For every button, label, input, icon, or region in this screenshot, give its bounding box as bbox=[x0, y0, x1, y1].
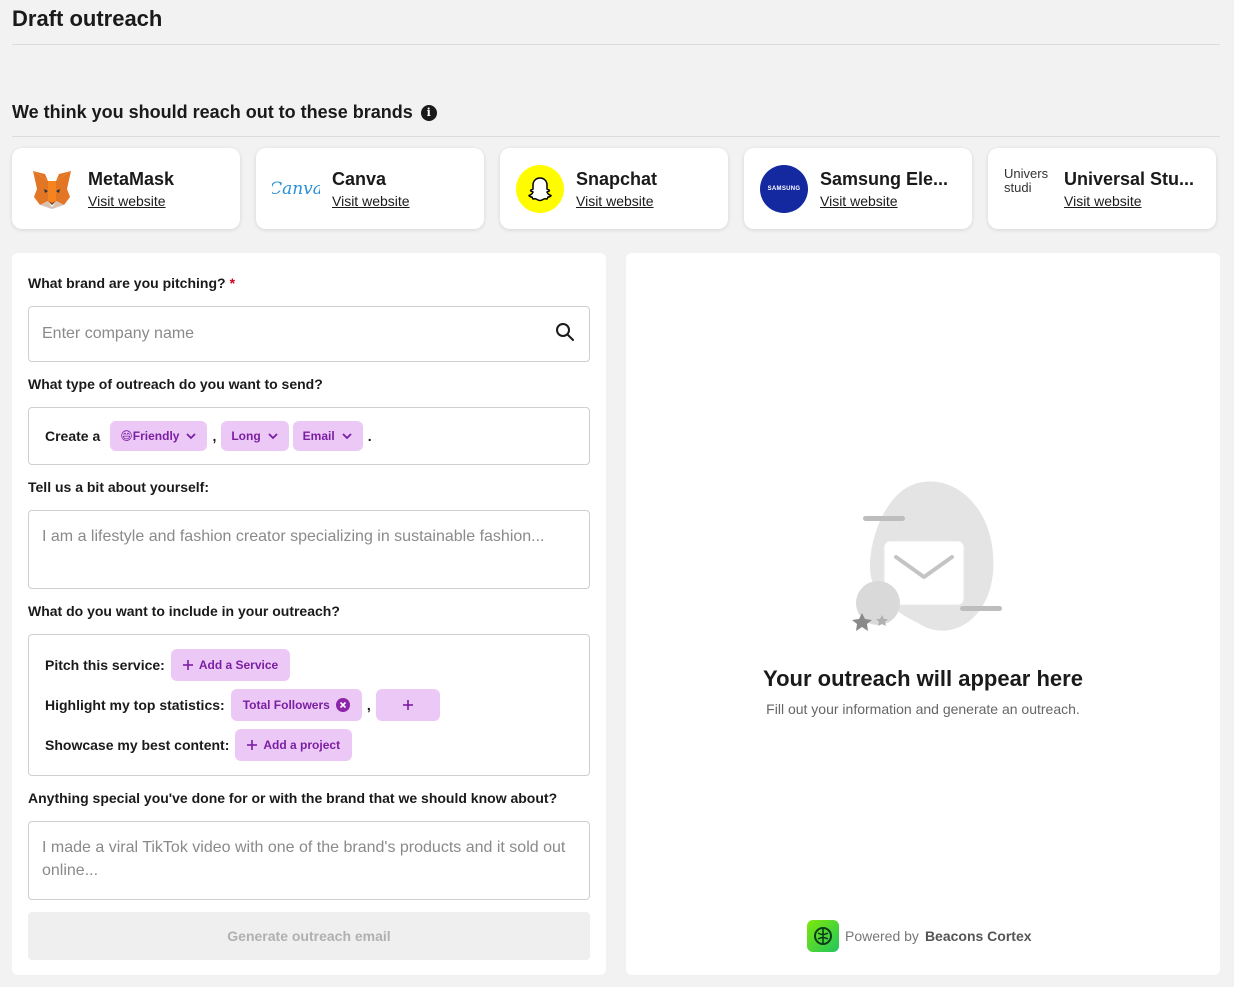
tone-value: 😄Friendly bbox=[120, 429, 180, 443]
canva-logo-text: Canva bbox=[272, 178, 320, 199]
chevron-down-icon bbox=[186, 433, 197, 440]
samsung-logo: SAMSUNG bbox=[760, 164, 808, 213]
stat-chip-total-followers[interactable]: Total Followers bbox=[230, 689, 362, 721]
visit-website-link[interactable]: Visit website bbox=[332, 193, 410, 209]
brand-search-input[interactable] bbox=[42, 325, 522, 343]
brand-name: MetaMask bbox=[88, 168, 175, 189]
required-marker: * bbox=[229, 275, 236, 291]
info-icon[interactable]: i bbox=[420, 104, 437, 121]
add-project-button[interactable]: Add a project bbox=[235, 729, 353, 761]
remove-circle-icon[interactable] bbox=[335, 698, 350, 712]
empty-state-title: Your outreach will appear here bbox=[763, 666, 1083, 691]
statistics-row: Highlight my top statistics: Total Follo… bbox=[45, 689, 573, 721]
samsung-logo-text: SAMSUNG bbox=[760, 164, 808, 213]
brand-card-snapchat[interactable]: Snapchat Visit website bbox=[500, 148, 728, 229]
about-yourself-label: Tell us a bit about yourself: bbox=[28, 479, 209, 495]
special-textarea[interactable]: I made a viral TikTok video with one of … bbox=[28, 821, 590, 900]
comma-separator: , bbox=[212, 428, 217, 444]
create-a-label: Create a bbox=[45, 428, 101, 444]
universal-logo-broken-image: Univers studi bbox=[1004, 165, 1052, 213]
include-box: Pitch this service: Add a Service Highli… bbox=[28, 634, 590, 776]
brand-card-metamask[interactable]: MetaMask Visit website bbox=[12, 148, 240, 229]
best-content-row: Showcase my best content: Add a project bbox=[45, 729, 573, 761]
brand-name: Universal Stu... bbox=[1064, 168, 1195, 189]
search-icon[interactable] bbox=[555, 322, 575, 347]
outreach-type-box: Create a 😄Friendly , Long Email . bbox=[28, 407, 590, 465]
brands-divider bbox=[12, 136, 1220, 137]
add-project-label: Add a project bbox=[263, 738, 341, 752]
outreach-form: What brand are you pitching?* What type … bbox=[12, 253, 606, 975]
channel-dropdown[interactable]: Email bbox=[292, 421, 363, 451]
visit-website-link[interactable]: Visit website bbox=[88, 193, 174, 209]
brain-icon bbox=[807, 920, 839, 952]
length-value: Long bbox=[231, 429, 261, 443]
brand-suggestions: MetaMask Visit website Canva Canva Visit… bbox=[12, 148, 1216, 229]
special-label: Anything special you've done for or with… bbox=[28, 790, 558, 806]
include-label: What do you want to include in your outr… bbox=[28, 603, 340, 619]
brand-search-box bbox=[28, 306, 590, 362]
header-divider bbox=[12, 44, 1220, 45]
canva-logo: Canva bbox=[272, 165, 320, 213]
brand-card-samsung[interactable]: SAMSUNG Samsung Ele... Visit website bbox=[744, 148, 972, 229]
broken-image-alt-text: Univers studi bbox=[1004, 166, 1049, 195]
statistics-label: Highlight my top statistics: bbox=[45, 697, 225, 713]
about-yourself-textarea[interactable]: I am a lifestyle and fashion creator spe… bbox=[28, 510, 590, 589]
plus-icon bbox=[247, 740, 258, 750]
outreach-result-panel: Your outreach will appear here Fill out … bbox=[626, 253, 1220, 975]
brand-field-label-text: What brand are you pitching? bbox=[28, 275, 226, 291]
snapchat-ghost-icon bbox=[516, 164, 564, 213]
brands-heading: We think you should reach out to these b… bbox=[12, 102, 437, 123]
brand-name: Canva bbox=[332, 168, 387, 189]
brand-field-label: What brand are you pitching? * bbox=[28, 275, 235, 291]
envelope-illustration-icon bbox=[852, 481, 1002, 631]
tone-dropdown[interactable]: 😄Friendly bbox=[110, 421, 208, 451]
length-dropdown[interactable]: Long bbox=[221, 421, 289, 451]
add-statistic-button[interactable] bbox=[375, 689, 440, 721]
stat-chip-label: Total Followers bbox=[242, 698, 330, 712]
brand-name: Samsung Ele... bbox=[820, 168, 949, 189]
page-title: Draft outreach bbox=[12, 6, 163, 31]
chevron-down-icon bbox=[342, 433, 352, 440]
best-content-label: Showcase my best content: bbox=[45, 737, 230, 753]
comma-separator: , bbox=[366, 697, 371, 713]
outreach-type-label: What type of outreach do you want to sen… bbox=[28, 376, 323, 392]
snapchat-logo bbox=[516, 164, 564, 213]
visit-website-link[interactable]: Visit website bbox=[576, 193, 657, 209]
visit-website-link[interactable]: Visit website bbox=[820, 193, 948, 209]
pitch-service-label: Pitch this service: bbox=[45, 657, 165, 673]
period-separator: . bbox=[367, 428, 372, 444]
brand-card-canva[interactable]: Canva Canva Visit website bbox=[256, 148, 484, 229]
chevron-down-icon bbox=[268, 433, 278, 440]
pitch-service-row: Pitch this service: Add a Service bbox=[45, 649, 573, 681]
visit-website-link[interactable]: Visit website bbox=[1064, 193, 1194, 209]
powered-by: Powered by Beacons Cortex bbox=[807, 920, 1032, 952]
add-service-label: Add a Service bbox=[198, 658, 279, 672]
generate-outreach-button[interactable]: Generate outreach email bbox=[28, 912, 590, 960]
brand-name: Snapchat bbox=[576, 168, 658, 189]
empty-state-subtitle: Fill out your information and generate a… bbox=[766, 701, 1080, 717]
brand-card-universal[interactable]: Univers studi Universal Stu... Visit web… bbox=[988, 148, 1216, 229]
plus-icon bbox=[402, 700, 413, 710]
metamask-fox-icon bbox=[28, 165, 76, 213]
powered-by-brand: Beacons Cortex bbox=[924, 928, 1032, 944]
plus-icon bbox=[182, 660, 193, 670]
channel-value: Email bbox=[302, 429, 335, 443]
add-service-button[interactable]: Add a Service bbox=[170, 649, 291, 681]
powered-by-prefix: Powered by bbox=[845, 928, 919, 944]
brands-heading-text: We think you should reach out to these b… bbox=[12, 102, 413, 122]
